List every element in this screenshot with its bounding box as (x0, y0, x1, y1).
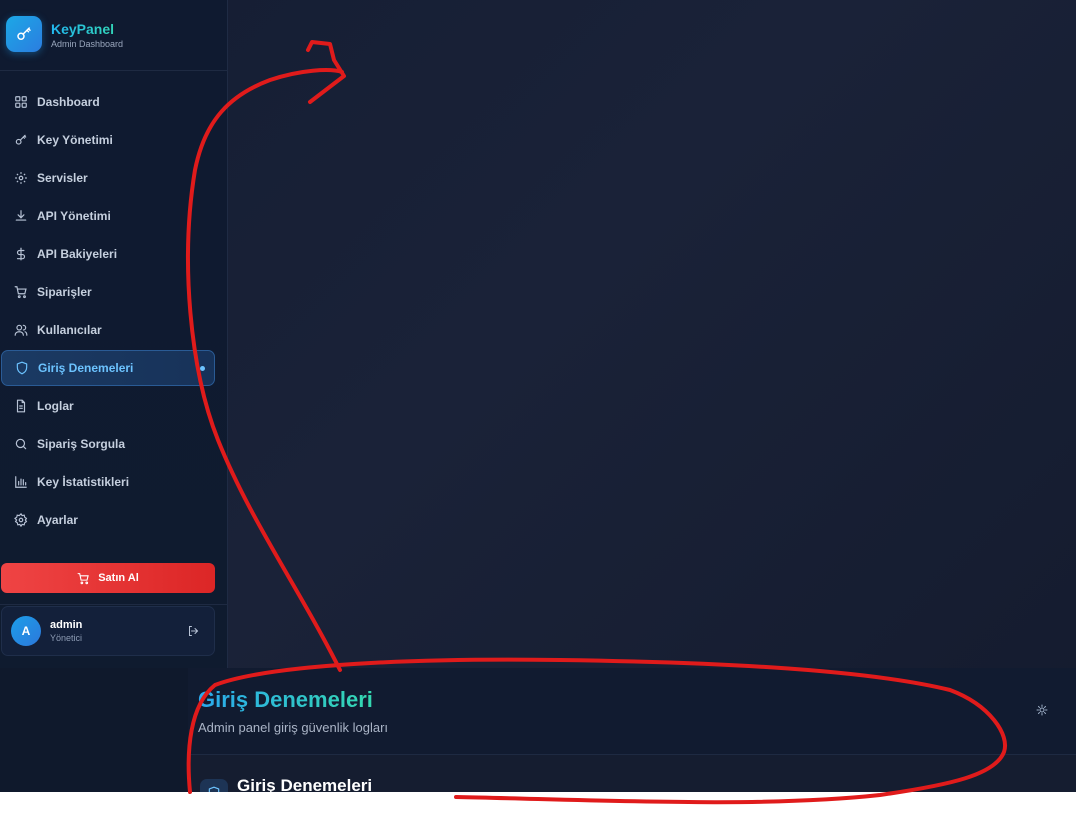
shield-icon (200, 779, 228, 792)
sun-icon[interactable] (1036, 704, 1048, 716)
brand-title: KeyPanel (51, 20, 123, 38)
section-title: Giriş Denemeleri (237, 776, 373, 792)
sidebar-item-label: API Yönetimi (37, 209, 111, 223)
download-icon (13, 208, 29, 224)
sidebar-nav: Dashboard Key Yönetimi Servisler API Yön… (0, 84, 228, 540)
sidebar-item-label: Dashboard (37, 95, 100, 109)
sidebar-item-label: API Bakiyeleri (37, 247, 118, 261)
sidebar-item-kullanicilar[interactable]: Kullanıcılar (1, 312, 215, 348)
sidebar-item-label: Giriş Denemeleri (38, 361, 134, 375)
sidebar-divider (0, 604, 228, 605)
sidebar-item-label: Siparişler (37, 285, 92, 299)
page-subtitle: Admin panel giriş güvenlik logları (198, 720, 389, 735)
sidebar-item-giris-denemeleri[interactable]: Giriş Denemeleri (1, 350, 215, 386)
sidebar-item-siparis-sorgula[interactable]: Sipariş Sorgula (1, 426, 215, 462)
sidebar: KeyPanel Admin Dashboard Dashboard Key Y… (0, 0, 228, 668)
sidebar-item-servisler[interactable]: Servisler (1, 160, 215, 196)
sidebar-item-label: Key Yönetimi (37, 133, 113, 147)
sidebar-item-api-bakiyeleri[interactable]: API Bakiyeleri (1, 236, 215, 272)
cart-icon (77, 572, 90, 585)
app-window: KeyPanel Admin Dashboard Dashboard Key Y… (0, 0, 1076, 792)
brand[interactable]: KeyPanel Admin Dashboard (6, 16, 123, 52)
sidebar-item-api-yonetimi[interactable]: API Yönetimi (1, 198, 215, 234)
sidebar-item-key-yonetimi[interactable]: Key Yönetimi (1, 122, 215, 158)
brand-subtitle: Admin Dashboard (51, 38, 124, 49)
shield-icon (14, 360, 30, 376)
key-icon (13, 132, 29, 148)
bar-chart-icon (13, 474, 29, 490)
document-icon (13, 398, 29, 414)
sidebar-item-dashboard[interactable]: Dashboard (1, 84, 215, 120)
sidebar-item-label: Loglar (37, 399, 74, 413)
sidebar-item-label: Key İstatistikleri (37, 475, 130, 489)
sidebar-item-label: Servisler (37, 171, 88, 185)
sidebar-item-ayarlar[interactable]: Ayarlar (1, 502, 215, 538)
content-section: Giriş Denemeleri (188, 755, 1076, 792)
sidebar-divider (0, 70, 228, 71)
logout-icon[interactable] (187, 625, 199, 637)
grid-icon (13, 94, 29, 110)
sidebar-item-label: Ayarlar (37, 513, 78, 527)
buy-button[interactable]: Satın Al (1, 563, 215, 593)
cart-icon (13, 284, 29, 300)
search-icon (13, 436, 29, 452)
gear-icon (13, 170, 29, 186)
sidebar-item-key-istatistikleri[interactable]: Key İstatistikleri (1, 464, 215, 500)
active-indicator-dot (200, 366, 205, 371)
dollar-icon (13, 246, 29, 262)
user-name: admin (50, 619, 83, 631)
sidebar-item-label: Sipariş Sorgula (37, 437, 126, 451)
sidebar-item-siparisler[interactable]: Siparişler (1, 274, 215, 310)
buy-button-label: Satın Al (98, 572, 139, 584)
users-icon (13, 322, 29, 338)
key-logo-icon (6, 16, 42, 52)
sidebar-item-loglar[interactable]: Loglar (1, 388, 215, 424)
settings-icon (13, 512, 29, 528)
user-role: Yönetici (50, 633, 83, 643)
avatar[interactable]: A (11, 616, 41, 646)
user-card: A admin Yönetici (1, 606, 215, 656)
page-title: Giriş Denemeleri (198, 687, 373, 712)
page-header: Giriş Denemeleri Admin panel giriş güven… (188, 668, 1076, 755)
sidebar-item-label: Kullanıcılar (37, 323, 102, 337)
